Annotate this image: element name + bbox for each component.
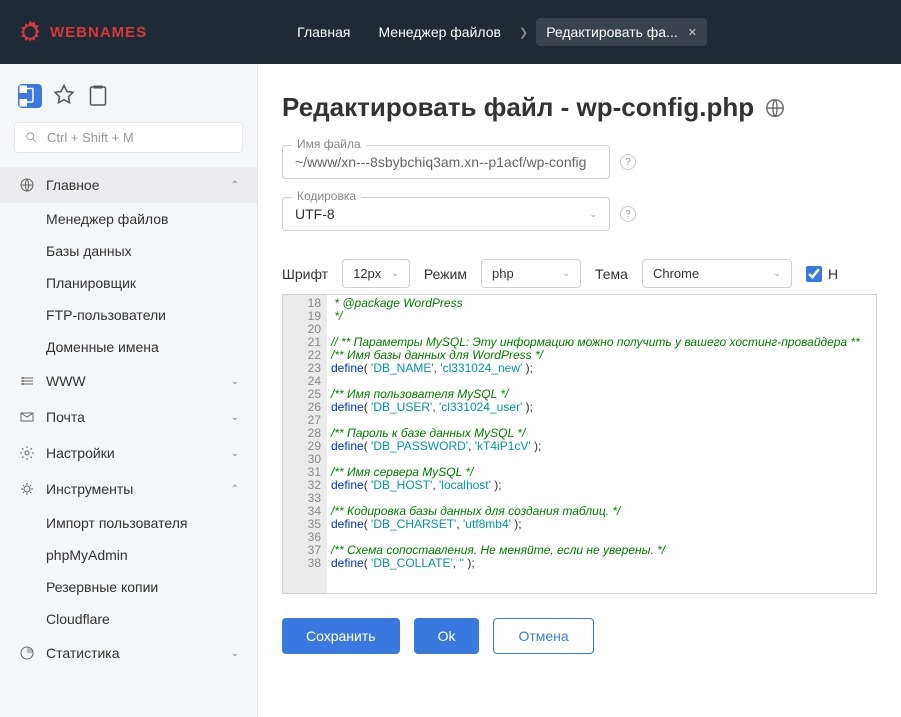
clipboard-icon[interactable] [86,84,110,108]
chevron-right-icon: ❯ [519,26,528,39]
help-icon[interactable]: ? [620,206,636,222]
section-label: Почта [46,409,85,425]
star-icon[interactable] [52,84,76,108]
breadcrumb: Главная Менеджер файлов ❯ Редактировать … [287,18,707,46]
section-icon [18,177,36,193]
section-label: Главное [46,177,100,193]
mode-label: Режим [424,266,467,282]
editor-code[interactable]: * @package WordPress */// ** Параметры M… [327,295,876,593]
sidebar-section-Статистика[interactable]: Статистика ⌄ [0,635,257,671]
filename-label: Имя файла [292,137,366,151]
gear-sun-icon [16,18,44,46]
page-title: Редактировать файл - wp-config.php [282,92,877,123]
encoding-fieldset: Кодировка UTF-8 ⌄ ? [282,197,877,231]
sidebar-item[interactable]: Менеджер файлов [0,203,257,235]
theme-select[interactable]: Chrome⌄ [642,259,792,288]
tab-label: Редактировать фа... [546,24,678,40]
topbar: WEBNAMES Главная Менеджер файлов ❯ Редак… [0,0,901,64]
tree-view-icon[interactable] [18,84,42,108]
sidebar-item[interactable]: FTP-пользователи [0,299,257,331]
editor-gutter: 1819202122232425262728293031323334353637… [283,295,327,593]
sidebar: Ctrl + Shift + M Главное ⌃ Менеджер файлов… [0,64,258,717]
section-icon [18,481,36,497]
extra-checkbox-input[interactable] [806,266,822,282]
theme-label: Тема [595,266,628,282]
section-label: Инструменты [46,481,133,497]
button-row: Сохранить Ok Отмена [282,618,877,654]
sidebar-item[interactable]: Резервные копии [0,571,257,603]
filename-fieldset: Имя файла ~/www/xn---8sbybchiq3am.xn--p1… [282,145,877,179]
font-select[interactable]: 12px⌄ [342,259,410,288]
save-button[interactable]: Сохранить [282,618,400,654]
close-icon[interactable]: ✕ [688,26,697,39]
sidebar-section-Инструменты[interactable]: Инструменты ⌃ [0,471,257,507]
sidebar-item[interactable]: Планировщик [0,267,257,299]
sidebar-item[interactable]: Импорт пользователя [0,507,257,539]
sidebar-section-Настройки[interactable]: Настройки ⌄ [0,435,257,471]
section-label: Настройки [46,445,115,461]
mode-select[interactable]: php⌄ [481,259,581,288]
extra-checkbox[interactable]: Н [806,266,838,282]
sidebar-item[interactable]: Доменные имена [0,331,257,363]
chevron-icon: ⌄ [231,648,239,659]
search-placeholder: Ctrl + Shift + M [47,130,134,145]
section-icon [18,645,36,661]
search-input[interactable]: Ctrl + Shift + M [14,122,243,153]
breadcrumb-home[interactable]: Главная [287,18,360,46]
search-icon [25,131,39,145]
section-icon [18,373,36,389]
editor-toolbar: Шрифт 12px⌄ Режим php⌄ Тема Chrome⌄ Н [282,259,877,288]
section-icon [18,409,36,425]
code-editor[interactable]: 1819202122232425262728293031323334353637… [282,294,877,594]
section-label: WWW [46,373,86,389]
main-content: Редактировать файл - wp-config.php Имя ф… [258,64,901,717]
globe-icon[interactable] [764,97,786,119]
section-icon [18,445,36,461]
sidebar-item[interactable]: Cloudflare [0,603,257,635]
chevron-icon: ⌄ [231,376,239,387]
chevron-icon: ⌄ [231,412,239,423]
breadcrumb-filemanager[interactable]: Менеджер файлов [368,18,511,46]
ok-button[interactable]: Ok [414,618,480,654]
cancel-button[interactable]: Отмена [493,618,593,654]
help-icon[interactable]: ? [620,154,636,170]
section-label: Статистика [46,645,120,661]
chevron-down-icon: ⌄ [589,209,597,220]
brand-logo[interactable]: WEBNAMES [16,18,147,46]
sidebar-toolbar [0,76,257,122]
font-label: Шрифт [282,266,328,282]
breadcrumb-current-tab[interactable]: Редактировать фа... ✕ [536,18,707,46]
sidebar-section-Почта[interactable]: Почта ⌄ [0,399,257,435]
sidebar-section-Главное[interactable]: Главное ⌃ [0,167,257,203]
sidebar-section-WWW[interactable]: WWW ⌄ [0,363,257,399]
encoding-label: Кодировка [292,189,361,203]
chevron-icon: ⌃ [231,484,239,495]
sidebar-item[interactable]: Базы данных [0,235,257,267]
sidebar-item[interactable]: phpMyAdmin [0,539,257,571]
chevron-icon: ⌃ [231,180,239,191]
chevron-icon: ⌄ [231,448,239,459]
